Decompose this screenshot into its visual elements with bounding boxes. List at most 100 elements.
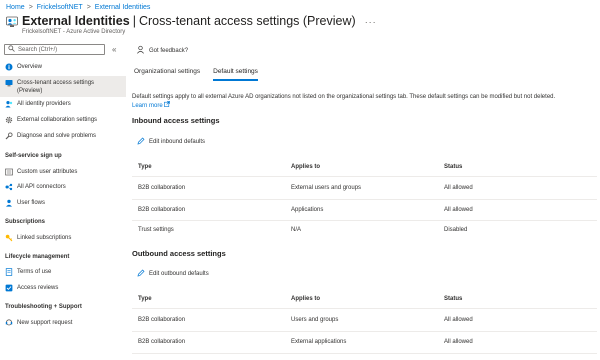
breadcrumb-tenant[interactable]: FrickelsoftNET [37,4,83,11]
terms-icon [5,268,13,276]
description: Default settings apply to all external A… [132,93,592,110]
collapse-sidebar-button[interactable]: « [112,45,116,54]
cell-status: All allowed [444,339,473,345]
key-icon [5,234,13,242]
api-connectors-icon [5,183,13,191]
column-header-status: Status [444,164,463,170]
page-header: External Identities | Cross-tenant acces… [6,14,594,38]
inbound-table-header: Type Applies to Status [138,164,598,172]
sidebar-item-terms-of-use[interactable]: Terms of use [0,268,126,278]
external-identities-icon [6,16,18,28]
pencil-icon [137,269,145,279]
main-content: Got feedback? Organizational settings De… [131,42,600,360]
feedback-label: Got feedback? [149,47,189,54]
search-input[interactable]: Search (Ctrl+/) [4,44,105,55]
page-subtitle-title: Cross-tenant access settings (Preview) [138,14,356,28]
feedback-icon [136,45,145,56]
cell-type: Trust settings [138,227,174,233]
divider [132,353,597,354]
edit-outbound-label: Edit outbound defaults [149,271,209,277]
sidebar-item-label: Custom user attributes [17,169,78,175]
sidebar-item-api-connectors[interactable]: All API connectors [0,183,126,193]
sidebar-item-user-flows[interactable]: User flows [0,199,126,209]
table-row: B2B collaboration Users and groups All a… [138,317,598,325]
learn-more-link[interactable]: Learn more [132,101,171,109]
sidebar-item-external-collaboration[interactable]: External collaboration settings [0,116,126,126]
sidebar-item-new-support-request[interactable]: New support request [0,319,126,329]
breadcrumb: Home > FrickelsoftNET > External Identit… [6,2,150,12]
title-separator: | [132,14,136,28]
breadcrumb-home[interactable]: Home [6,4,25,11]
edit-outbound-defaults-button[interactable]: Edit outbound defaults [137,269,209,279]
outbound-table-header: Type Applies to Status [138,296,598,304]
external-link-icon [164,101,171,109]
breadcrumb-separator: > [86,3,91,11]
cell-status: All allowed [444,317,473,323]
divider [132,199,597,200]
wrench-icon [5,132,13,140]
tab-default-settings[interactable]: Default settings [213,68,258,81]
cross-tenant-icon [5,79,13,87]
sidebar-item-label: Cross-tenant access settings (Preview) [17,80,95,94]
sidebar-item-cross-tenant-access[interactable]: Cross-tenant access settings (Preview) [0,76,126,97]
sidebar-item-label: All API connectors [17,184,66,190]
gear-icon [5,116,13,124]
cell-status: Disabled [444,227,468,233]
table-row: B2B collaboration External users and gro… [138,185,598,193]
overview-icon [5,63,13,71]
divider [132,308,597,309]
sidebar-item-identity-providers[interactable]: All identity providers [0,100,126,110]
cell-type: B2B collaboration [138,207,186,213]
cell-applies-to: External applications [291,339,347,345]
sidebar: Search (Ctrl+/) « Overview Cross-tenant … [0,42,126,360]
support-icon [5,319,13,327]
sidebar-item-label: Terms of use [17,269,52,275]
sidebar-item-label: Access reviews [17,285,59,291]
divider [132,220,597,221]
sidebar-section-lifecycle: Lifecycle management [5,254,70,260]
description-text: Default settings apply to all external A… [132,94,556,100]
sidebar-item-access-reviews[interactable]: Access reviews [0,284,126,294]
column-header-type: Type [138,164,152,170]
cell-type: B2B collaboration [138,317,186,323]
search-icon [8,45,15,54]
cell-applies-to: N/A [291,227,302,233]
identity-providers-icon [5,100,13,108]
search-placeholder: Search (Ctrl+/) [18,46,58,53]
cell-type: B2B collaboration [138,185,186,191]
column-header-type: Type [138,296,152,302]
cell-applies-to: Applications [291,207,324,213]
tab-bar: Organizational settings Default settings [134,68,258,81]
cell-applies-to: Users and groups [291,317,339,323]
divider [132,331,597,332]
user-flows-icon [5,199,13,207]
breadcrumb-external-identities[interactable]: External Identities [95,4,151,11]
access-reviews-icon [5,284,13,292]
sidebar-item-label: User flows [17,200,46,206]
column-header-status: Status [444,296,463,302]
tab-organizational-settings[interactable]: Organizational settings [134,68,200,81]
outbound-section-title: Outbound access settings [132,249,226,258]
more-options-button[interactable]: ··· [365,17,377,27]
pencil-icon [137,137,145,147]
sidebar-item-label: Diagnose and solve problems [17,133,97,139]
sidebar-item-linked-subscriptions[interactable]: Linked subscriptions [0,234,126,244]
edit-inbound-defaults-button[interactable]: Edit inbound defaults [137,137,205,147]
sidebar-item-label: Linked subscriptions [17,235,72,241]
inbound-section-title: Inbound access settings [132,116,220,125]
directory-subtitle: FrickelsoftNET - Azure Active Directory [22,29,126,35]
cell-type: B2B collaboration [138,339,186,345]
feedback-button[interactable]: Got feedback? [136,45,188,56]
sidebar-item-custom-user-attributes[interactable]: Custom user attributes [0,168,126,178]
divider [132,176,597,177]
sidebar-item-diagnose[interactable]: Diagnose and solve problems [0,132,126,142]
edit-inbound-label: Edit inbound defaults [149,139,206,145]
sidebar-item-overview[interactable]: Overview [0,63,126,73]
breadcrumb-separator: > [28,3,33,11]
sidebar-section-self-service: Self-service sign up [5,153,62,159]
page-title: External Identities [22,14,130,28]
table-row: B2B collaboration External applications … [138,339,598,347]
sidebar-item-label: Overview [17,64,43,70]
user-attributes-icon [5,168,13,176]
sidebar-item-label: New support request [17,320,73,326]
